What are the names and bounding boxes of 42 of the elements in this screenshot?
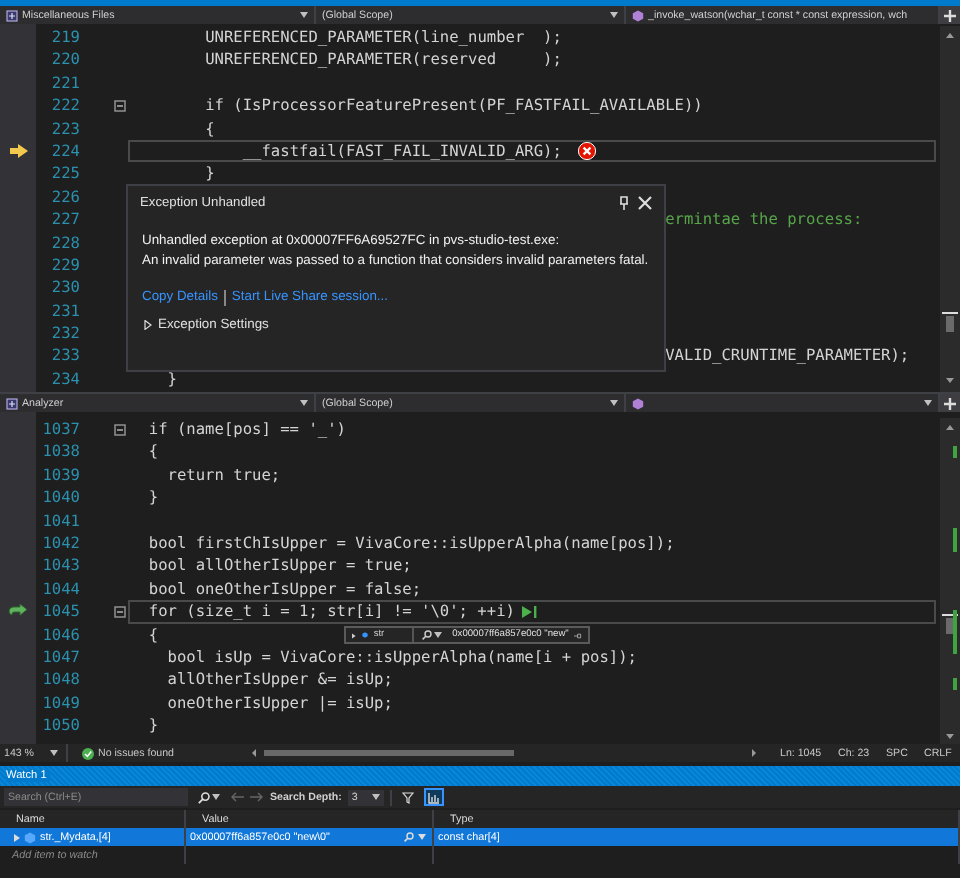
plus-icon (944, 397, 956, 409)
caret-icon (418, 834, 426, 840)
columns-icon (427, 791, 440, 803)
caret-icon (300, 400, 308, 406)
search-icon (422, 630, 433, 640)
check-icon (82, 747, 94, 759)
pin-icon (620, 196, 628, 210)
search-button[interactable] (194, 788, 224, 806)
collapse-icon[interactable] (114, 605, 126, 618)
visualizer-button[interactable] (418, 626, 447, 644)
caret-icon (434, 632, 443, 638)
caret-icon (610, 12, 618, 18)
filter-button[interactable] (397, 788, 418, 806)
vertical-scrollbar[interactable] (940, 418, 960, 744)
pin-button[interactable] (620, 196, 628, 210)
horizontal-scrollbar[interactable] (250, 746, 760, 760)
caret-icon (371, 794, 380, 800)
variable-icon (361, 630, 368, 640)
caret-icon (212, 794, 220, 800)
run-to-click-icon[interactable] (522, 605, 539, 618)
split-button[interactable] (940, 394, 960, 412)
expand-icon (144, 319, 152, 330)
forward-arrow-icon[interactable] (250, 792, 264, 802)
caret-icon (50, 750, 58, 756)
pin-icon[interactable] (574, 631, 583, 639)
caret-icon (610, 400, 618, 406)
back-arrow-icon[interactable] (230, 792, 244, 802)
search-icon[interactable] (404, 832, 414, 842)
vertical-scrollbar[interactable] (940, 26, 960, 392)
file-icon (6, 9, 18, 21)
collapse-icon[interactable] (114, 423, 126, 436)
file-icon (6, 397, 18, 409)
caret-icon (300, 12, 308, 18)
caret-icon (924, 400, 932, 406)
plus-icon (944, 9, 956, 21)
close-icon (638, 196, 652, 210)
columns-toggle-button[interactable] (423, 788, 444, 806)
collapse-icon[interactable] (114, 99, 126, 112)
filter-icon (401, 791, 414, 803)
split-button[interactable] (940, 6, 960, 24)
close-button[interactable] (638, 196, 652, 210)
search-icon (198, 791, 210, 803)
